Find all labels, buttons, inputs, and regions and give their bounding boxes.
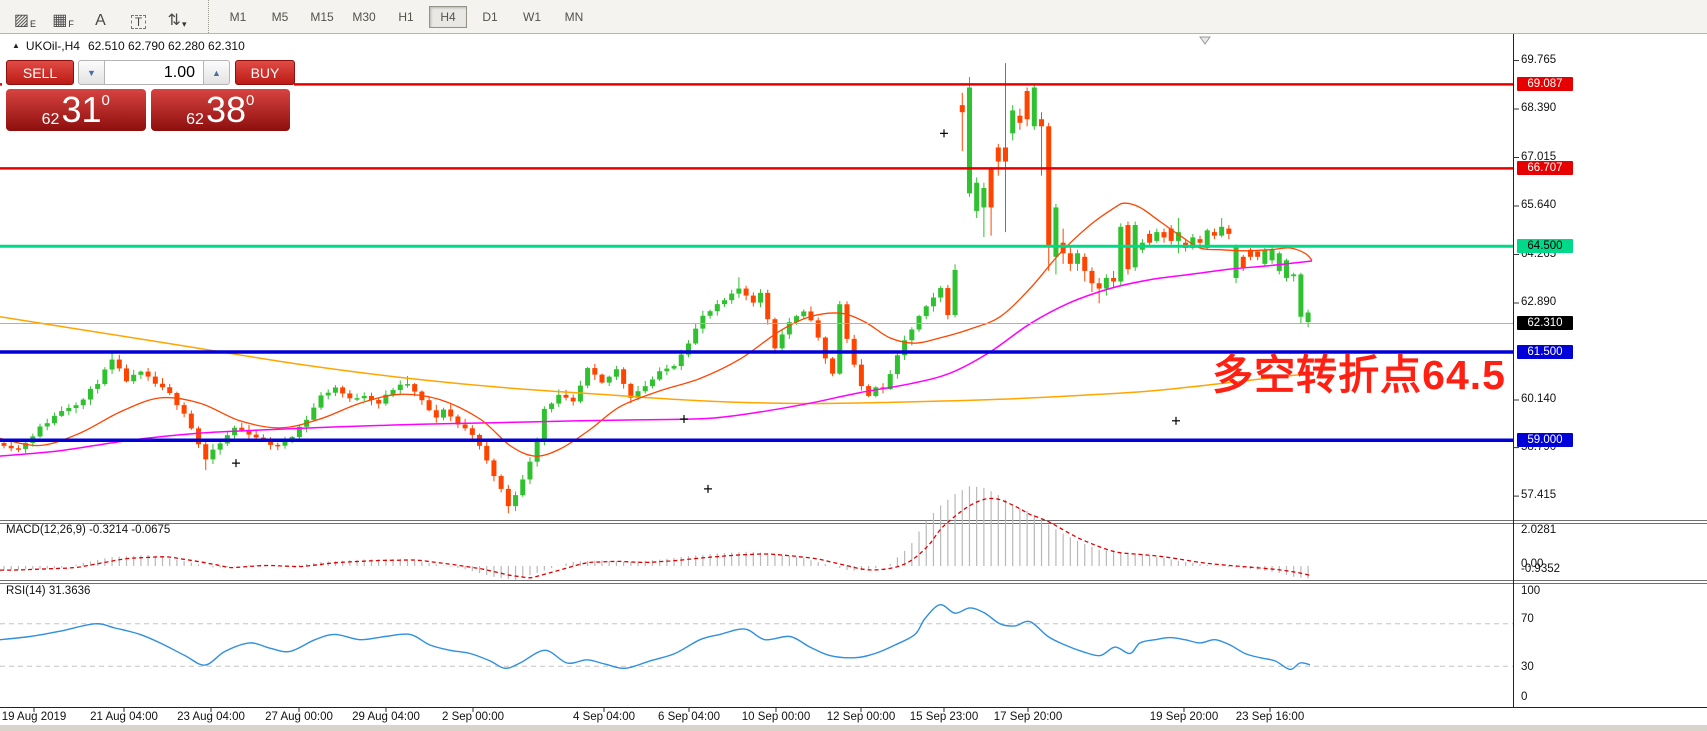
price-tick-label: 57.415 (1521, 489, 1556, 501)
price-badge-62.310: 62.310 (1517, 316, 1573, 330)
drawing-tools-group: ▨E▦FAT⇅▾ (0, 0, 202, 33)
time-label: 21 Aug 04:00 (90, 711, 158, 723)
timeframe-m5[interactable]: M5 (261, 6, 299, 28)
timeframe-w1[interactable]: W1 (513, 6, 551, 28)
text-box-tool-icon[interactable]: T (123, 4, 155, 30)
sell-button[interactable]: SELL (6, 60, 74, 85)
price-badge-69.087: 69.087 (1517, 77, 1573, 91)
arrows-tool-icon[interactable]: ⇅▾ (161, 4, 193, 30)
volume-increase-button[interactable]: ▲ (203, 60, 230, 85)
rsi-axis-label: 30 (1521, 661, 1534, 673)
mt4-window: ▨E▦FAT⇅▾ M1M5M15M30H1H4D1W1MN ▲ UKOil-,H4… (0, 0, 1707, 731)
price-badge-66.707: 66.707 (1517, 161, 1573, 175)
time-label: 15 Sep 23:00 (910, 711, 978, 723)
timeframe-d1[interactable]: D1 (471, 6, 509, 28)
buy-price-base: 62 (186, 111, 204, 129)
chart-symbol-header: ▲ UKOil-,H4 62.510 62.790 62.280 62.310 (12, 39, 245, 53)
timeframe-m1[interactable]: M1 (219, 6, 257, 28)
toolbar: ▨E▦FAT⇅▾ M1M5M15M30H1H4D1W1MN (0, 0, 1707, 34)
time-label: 23 Aug 04:00 (177, 711, 245, 723)
hatch-tool-icon[interactable]: ▨E (9, 4, 41, 30)
price-badge-59.000: 59.000 (1517, 433, 1573, 447)
sell-price-sup: 0 (102, 92, 110, 109)
time-label: 29 Aug 04:00 (352, 711, 420, 723)
rsi-axis-label: 100 (1521, 585, 1540, 597)
price-tick-label: 69.765 (1521, 54, 1556, 66)
time-label: 4 Sep 04:00 (573, 711, 635, 723)
label-tool-icon[interactable]: A (85, 4, 117, 30)
sell-price-big: 31 (61, 91, 101, 129)
buy-price-big: 38 (206, 91, 246, 129)
price-tick-label: 65.640 (1521, 199, 1556, 211)
ohlc-values: 62.510 62.790 62.280 62.310 (88, 39, 245, 53)
macd-axis-min: -0.9352 (1521, 563, 1560, 575)
time-label: 23 Sep 16:00 (1236, 711, 1304, 723)
time-axis: 19 Aug 2019 21 Aug 04:00 23 Aug 04:00 27 Au… (0, 707, 1513, 731)
time-label: 19 Aug 2019 (2, 711, 67, 723)
time-label: 17 Sep 20:00 (994, 711, 1062, 723)
volume-input[interactable] (105, 60, 203, 85)
buy-price-button[interactable]: 62 38 0 (151, 89, 291, 131)
macd-indicator-label: MACD(12,26,9) -0.3214 -0.0675 (6, 524, 170, 536)
trade-controls-row: SELL ▼ ▲ BUY (6, 60, 295, 85)
rsi-axis-label: 70 (1521, 613, 1534, 625)
buy-button[interactable]: BUY (235, 60, 295, 85)
time-label: 6 Sep 04:00 (658, 711, 720, 723)
price-tick-label: 68.390 (1521, 102, 1556, 114)
symbol-name: UKOil-,H4 (26, 39, 80, 53)
time-label: 27 Aug 00:00 (265, 711, 333, 723)
price-axis: 69.76568.39067.01565.64064.26562.89060.1… (1513, 0, 1707, 731)
timeframe-h1[interactable]: H1 (387, 6, 425, 28)
rsi-axis-label: 0 (1521, 691, 1527, 703)
price-tick-label: 62.890 (1521, 296, 1556, 308)
price-badge-64.500: 64.500 (1517, 239, 1573, 253)
grid-tool-icon[interactable]: ▦F (47, 4, 79, 30)
time-label: 12 Sep 00:00 (827, 711, 895, 723)
price-badge-61.500: 61.500 (1517, 345, 1573, 359)
collapse-arrow-icon[interactable]: ▲ (12, 41, 20, 50)
timeframe-mn[interactable]: MN (555, 6, 593, 28)
time-label: 2 Sep 00:00 (442, 711, 504, 723)
sell-price-base: 62 (42, 111, 60, 129)
timeframe-m15[interactable]: M15 (303, 6, 341, 28)
time-label: 10 Sep 00:00 (742, 711, 810, 723)
rsi-indicator-label: RSI(14) 31.3636 (6, 585, 90, 597)
timeframe-h4[interactable]: H4 (429, 6, 467, 28)
buy-price-sup: 0 (246, 92, 254, 109)
price-tick-label: 60.140 (1521, 393, 1556, 405)
sell-price-button[interactable]: 62 31 0 (6, 89, 146, 131)
timeframe-group: M1M5M15M30H1H4D1W1MN (208, 0, 595, 33)
trade-prices-row: 62 31 0 62 38 0 (6, 89, 290, 131)
one-click-trading-panel: SELL ▼ ▲ BUY 62 31 0 62 38 0 (2, 56, 294, 134)
volume-decrease-button[interactable]: ▼ (78, 60, 105, 85)
time-label: 19 Sep 20:00 (1150, 711, 1218, 723)
chart-annotation-text: 多空转折点64.5 (1150, 341, 1506, 401)
macd-axis-max: 2.0281 (1521, 524, 1556, 536)
timeframe-m30[interactable]: M30 (345, 6, 383, 28)
